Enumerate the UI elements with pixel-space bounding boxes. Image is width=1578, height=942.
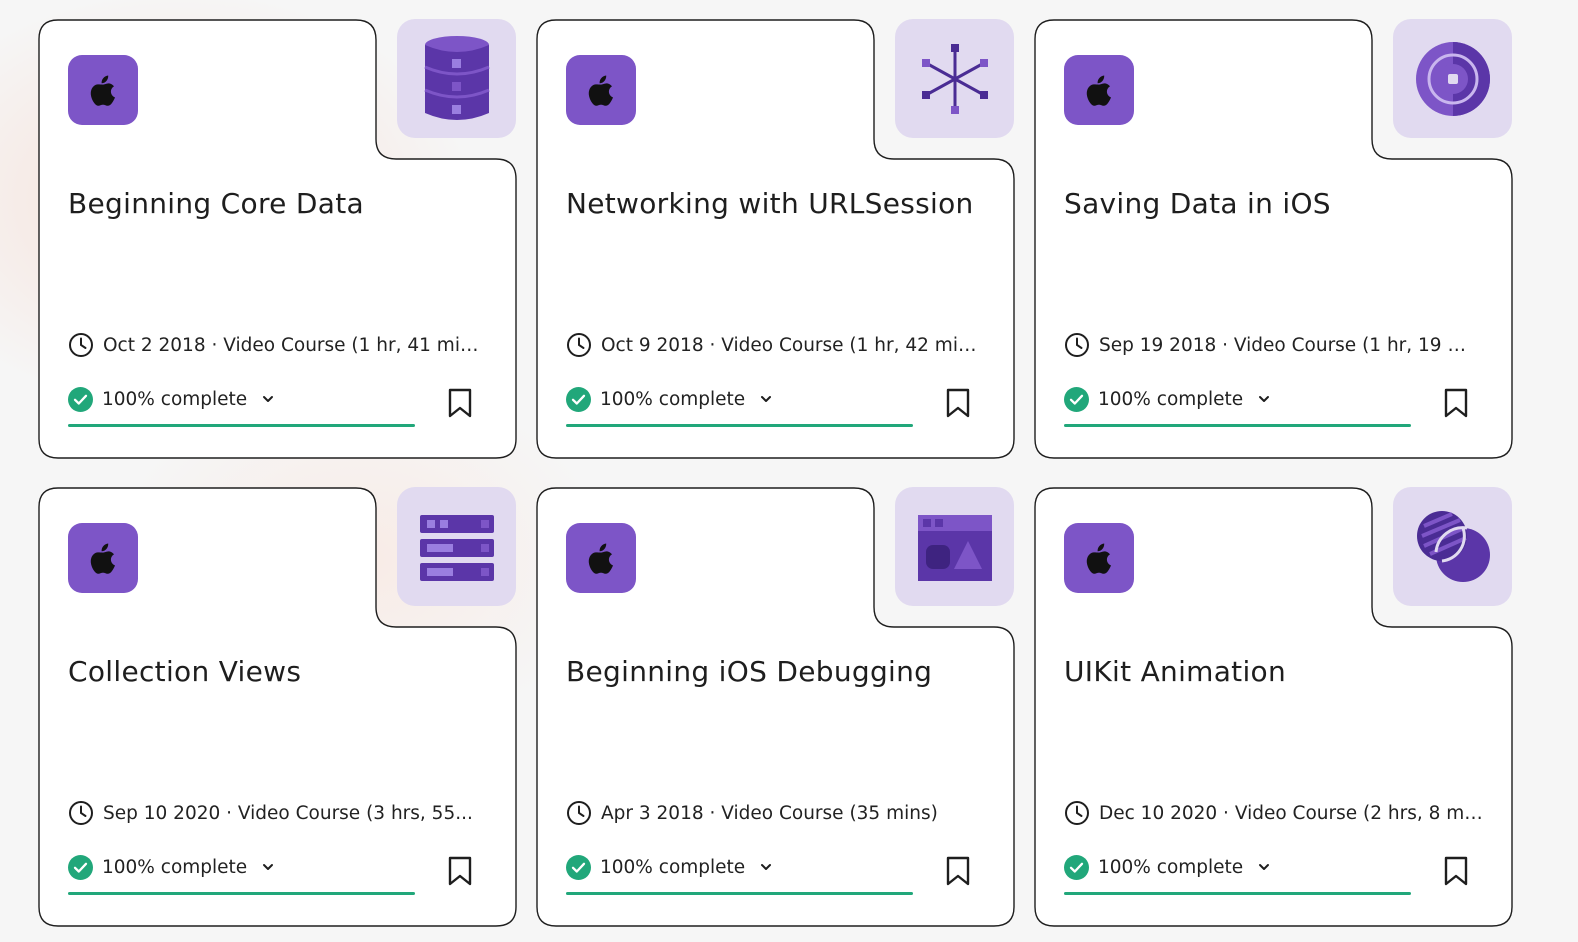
apple-icon xyxy=(1086,543,1111,574)
clock-icon xyxy=(567,333,591,357)
progress-dropdown[interactable]: 100% complete xyxy=(68,385,415,413)
progress-bar xyxy=(68,892,415,895)
course-card-2[interactable]: Networking with URLSession Oct 9 2018 · … xyxy=(536,19,1015,459)
course-meta: Dec 10 2020 · Video Course (2 hrs, 8 min… xyxy=(1064,799,1484,827)
bookmark-icon[interactable] xyxy=(446,856,474,886)
platform-badge xyxy=(68,55,138,125)
bookmark-icon[interactable] xyxy=(944,388,972,418)
check-circle-icon xyxy=(68,854,93,880)
bookmark-icon[interactable] xyxy=(446,388,474,418)
progress-bar xyxy=(68,424,415,427)
course-meta-text: Sep 19 2018 · Video Course (1 hr, 19 min… xyxy=(1099,334,1483,356)
course-meta: Sep 19 2018 · Video Course (1 hr, 19 min… xyxy=(1064,331,1484,359)
progress-fill xyxy=(68,892,415,895)
network-hub-icon xyxy=(921,43,988,114)
chevron-down-icon xyxy=(1259,864,1270,870)
check-circle-icon xyxy=(566,854,591,880)
progress-bar xyxy=(566,424,913,427)
bookmark-icon[interactable] xyxy=(1442,388,1470,418)
course-meta-text: Oct 9 2018 · Video Course (1 hr, 42 mins… xyxy=(601,334,985,356)
progress-fill xyxy=(68,424,415,427)
bookmark-icon[interactable] xyxy=(1442,856,1470,886)
course-card-3[interactable]: Saving Data in iOS Sep 19 2018 · Video C… xyxy=(1034,19,1513,459)
clock-icon xyxy=(69,801,93,825)
course-meta-text: Sep 10 2020 · Video Course (3 hrs, 55... xyxy=(103,802,473,824)
apple-icon xyxy=(1086,75,1111,106)
progress-dropdown[interactable]: 100% complete xyxy=(1064,385,1411,413)
progress-fill xyxy=(1064,892,1411,895)
course-card-5[interactable]: Beginning iOS Debugging Apr 3 2018 · Vid… xyxy=(536,487,1015,927)
progress-label: 100% complete xyxy=(600,388,746,410)
progress-fill xyxy=(566,424,913,427)
course-title[interactable]: UIKit Animation xyxy=(1064,655,1484,688)
platform-badge xyxy=(1064,523,1134,593)
course-title[interactable]: Collection Views xyxy=(68,655,488,688)
chevron-down-icon xyxy=(1259,396,1270,402)
course-thumbnail[interactable] xyxy=(397,19,516,138)
clock-icon xyxy=(1065,801,1089,825)
progress-label: 100% complete xyxy=(1098,856,1244,878)
course-meta-text: Apr 3 2018 · Video Course (35 mins) xyxy=(601,802,938,824)
clock-icon xyxy=(567,801,591,825)
course-meta-text: Dec 10 2020 · Video Course (2 hrs, 8 min… xyxy=(1099,802,1483,824)
progress-dropdown[interactable]: 100% complete xyxy=(566,385,913,413)
chevron-down-icon xyxy=(761,864,772,870)
database-icon xyxy=(423,35,490,120)
progress-dropdown[interactable]: 100% complete xyxy=(68,853,415,881)
course-thumbnail[interactable] xyxy=(397,487,516,606)
progress-bar xyxy=(1064,424,1411,427)
course-meta: Oct 9 2018 · Video Course (1 hr, 42 mins… xyxy=(566,331,986,359)
course-thumbnail[interactable] xyxy=(1393,487,1512,606)
course-title[interactable]: Beginning Core Data xyxy=(68,187,488,220)
chevron-down-icon xyxy=(263,396,274,402)
course-title[interactable]: Beginning iOS Debugging xyxy=(566,655,986,688)
bookmark-icon[interactable] xyxy=(944,856,972,886)
check-circle-icon xyxy=(68,386,93,412)
course-meta: Apr 3 2018 · Video Course (35 mins) xyxy=(566,799,986,827)
platform-badge xyxy=(566,523,636,593)
course-card-6[interactable]: UIKit Animation Dec 10 2020 · Video Cour… xyxy=(1034,487,1513,927)
apple-icon xyxy=(90,543,115,574)
progress-fill xyxy=(1064,424,1411,427)
platform-badge xyxy=(68,523,138,593)
progress-dropdown[interactable]: 100% complete xyxy=(566,853,913,881)
course-title[interactable]: Saving Data in iOS xyxy=(1064,187,1484,220)
chevron-down-icon xyxy=(761,396,772,402)
course-meta-text: Oct 2 2018 · Video Course (1 hr, 41 mins… xyxy=(103,334,487,356)
course-thumbnail[interactable] xyxy=(1393,19,1512,138)
ring-disc-icon xyxy=(1415,41,1490,116)
overlapping-circles-icon xyxy=(1416,510,1490,582)
check-circle-icon xyxy=(1064,386,1089,412)
progress-dropdown[interactable]: 100% complete xyxy=(1064,853,1411,881)
platform-badge xyxy=(566,55,636,125)
apple-icon xyxy=(90,75,115,106)
course-card-1[interactable]: Beginning Core Data Oct 2 2018 · Video C… xyxy=(38,19,517,459)
progress-label: 100% complete xyxy=(1098,388,1244,410)
progress-label: 100% complete xyxy=(102,388,248,410)
progress-bar xyxy=(1064,892,1411,895)
progress-fill xyxy=(566,892,913,895)
platform-badge xyxy=(1064,55,1134,125)
chevron-down-icon xyxy=(263,864,274,870)
list-rows-icon xyxy=(419,514,494,581)
course-card-4[interactable]: Collection Views Sep 10 2020 · Video Cou… xyxy=(38,487,517,927)
check-circle-icon xyxy=(1064,854,1089,880)
course-thumbnail[interactable] xyxy=(895,487,1014,606)
course-meta: Oct 2 2018 · Video Course (1 hr, 41 mins… xyxy=(68,331,488,359)
clock-icon xyxy=(69,333,93,357)
clock-icon xyxy=(1065,333,1089,357)
window-shapes-icon xyxy=(917,514,992,581)
progress-label: 100% complete xyxy=(600,856,746,878)
course-thumbnail[interactable] xyxy=(895,19,1014,138)
progress-label: 100% complete xyxy=(102,856,248,878)
apple-icon xyxy=(588,543,613,574)
progress-bar xyxy=(566,892,913,895)
course-meta: Sep 10 2020 · Video Course (3 hrs, 55... xyxy=(68,799,488,827)
course-title[interactable]: Networking with URLSession xyxy=(566,187,986,220)
apple-icon xyxy=(588,75,613,106)
check-circle-icon xyxy=(566,386,591,412)
